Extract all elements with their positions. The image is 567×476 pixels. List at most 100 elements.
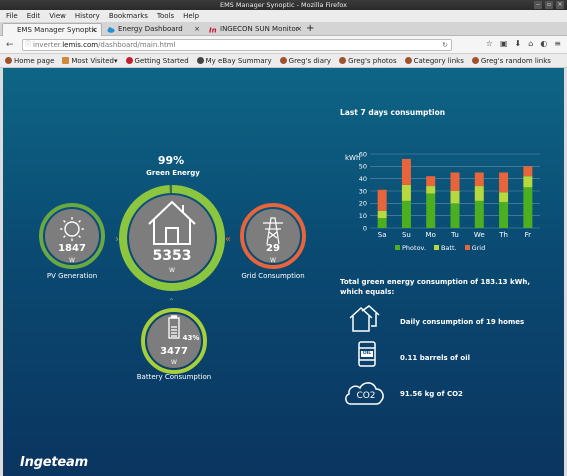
bar-grid-we bbox=[474, 172, 484, 187]
x-tick-label: Fr bbox=[525, 231, 532, 239]
y-tick-label: 20 bbox=[359, 200, 367, 208]
bar-grid-sa bbox=[377, 189, 387, 211]
legend-batt: Batt. bbox=[433, 244, 457, 252]
bookmark-gregs-photos[interactable]: Greg's photos bbox=[339, 54, 397, 67]
green-energy-label: Green Energy bbox=[146, 169, 200, 177]
battery-label: Battery Consumption bbox=[136, 373, 212, 381]
pv-value: 1847 bbox=[58, 243, 86, 254]
downloads-icon[interactable]: ⬇ bbox=[515, 39, 522, 48]
consumption-bar-chart: kWh0102030405060Sa Su Mo Tu We Th Fr bbox=[345, 150, 540, 239]
x-tick-label: Tu bbox=[450, 231, 459, 239]
flow-arrow-icon: « bbox=[225, 234, 231, 245]
battery-charge: 43% bbox=[182, 334, 200, 342]
folder-icon bbox=[62, 57, 70, 64]
bar-grid-mo bbox=[426, 176, 436, 187]
bar-batt-fr bbox=[523, 176, 533, 188]
x-tick-label: We bbox=[474, 231, 485, 239]
tab-ingecon-monitor[interactable]: In INGECON SUN Monitor × bbox=[206, 23, 306, 36]
bookmarks-bar: Home page Most Visited▾ Getting Started … bbox=[0, 54, 567, 68]
menu-history[interactable]: History bbox=[75, 10, 100, 22]
y-tick-label: 0 bbox=[363, 224, 367, 232]
tab-bar: EMS Manager Synoptic × Energy Dashboard … bbox=[0, 22, 567, 36]
bookmark-getting-started[interactable]: Getting Started bbox=[125, 54, 189, 67]
bookmark-home-page[interactable]: Home page bbox=[5, 54, 54, 67]
bookmark-icon bbox=[5, 57, 12, 64]
hamburger-menu-icon[interactable]: ≡ bbox=[554, 39, 561, 48]
bookmark-icon bbox=[196, 57, 204, 64]
bar-batt-tu bbox=[450, 191, 460, 204]
x-tick-label: Su bbox=[402, 231, 411, 239]
home-icon[interactable]: ⌂ bbox=[528, 39, 533, 48]
grid-label: Grid Consumption bbox=[241, 272, 305, 280]
menu-tools[interactable]: Tools bbox=[157, 10, 174, 22]
houses-icon bbox=[349, 305, 380, 332]
bookmark-ebay-summary[interactable]: My eBay Summary bbox=[196, 54, 272, 67]
chart-title: Last 7 days consumption bbox=[340, 108, 446, 117]
bar-photov-we bbox=[474, 200, 484, 228]
menu-file[interactable]: File bbox=[6, 10, 18, 22]
tab-ems-manager[interactable]: EMS Manager Synoptic × bbox=[2, 23, 102, 36]
flow-arrow-icon: › bbox=[115, 234, 119, 245]
y-tick-label: 40 bbox=[359, 175, 367, 183]
new-tab-icon[interactable]: + bbox=[306, 22, 314, 36]
pv-label: PV Generation bbox=[46, 272, 98, 280]
bookmark-most-visited[interactable]: Most Visited▾ bbox=[62, 54, 118, 67]
center-unit: W bbox=[169, 267, 175, 274]
close-tab-icon[interactable]: × bbox=[296, 23, 302, 36]
bookmark-star-icon[interactable]: ☆ bbox=[486, 39, 493, 48]
flow-arrow-icon: › bbox=[167, 297, 177, 301]
oil-tag: OIL bbox=[362, 351, 372, 356]
menu-bar: File Edit View History Bookmarks Tools H… bbox=[0, 10, 567, 22]
center-value: 5353 bbox=[152, 248, 192, 264]
bar-photov-su bbox=[401, 200, 411, 228]
bar-grid-th bbox=[499, 172, 509, 193]
bookmark-gregs-diary[interactable]: Greg's diary bbox=[279, 54, 331, 67]
bookmark-icon bbox=[404, 57, 412, 64]
close-tab-icon[interactable]: × bbox=[194, 23, 200, 36]
bar-photov-sa bbox=[377, 218, 387, 228]
menu-help[interactable]: Help bbox=[183, 10, 199, 22]
dashboard-page: › « › 99% Green Energy 1847 W PV Generat… bbox=[3, 68, 564, 476]
close-window-icon[interactable]: × bbox=[556, 1, 564, 9]
menu-bookmarks[interactable]: Bookmarks bbox=[109, 10, 148, 22]
bar-batt-su bbox=[401, 184, 411, 201]
bar-photov-th bbox=[499, 202, 509, 228]
back-arrow-icon[interactable]: ← bbox=[6, 39, 14, 51]
bar-batt-th bbox=[499, 192, 509, 203]
green-percent: 99% bbox=[157, 154, 185, 167]
bar-photov-fr bbox=[523, 187, 533, 228]
menu-view[interactable]: View bbox=[49, 10, 66, 22]
bar-grid-su bbox=[401, 158, 411, 185]
minimize-icon[interactable]: ‒ bbox=[534, 1, 542, 9]
green-energy-statement: Total green energy consumption of 183.13… bbox=[340, 278, 531, 296]
pv-unit: W bbox=[69, 257, 75, 264]
cloud-icon bbox=[107, 27, 115, 33]
pocket-icon[interactable]: ◐ bbox=[540, 39, 547, 48]
menu-edit[interactable]: Edit bbox=[27, 10, 41, 22]
reload-icon[interactable]: ↻ bbox=[442, 40, 448, 50]
chart-legend: Photov. Batt. Grid bbox=[395, 244, 485, 252]
battery-value: 3477 bbox=[160, 346, 188, 357]
tab-label: EMS Manager Synoptic bbox=[17, 26, 98, 34]
bookmark-icon bbox=[471, 57, 479, 64]
close-tab-icon[interactable]: × bbox=[91, 24, 97, 36]
nav-bar: ← inverter.lemis.com/dashboard/main.html… bbox=[0, 36, 567, 54]
bookmark-random-links[interactable]: Greg's random links bbox=[471, 54, 551, 67]
url-domain: lemis.com bbox=[62, 41, 99, 49]
reading-list-icon[interactable]: ▣ bbox=[500, 39, 508, 48]
tab-energy-dashboard[interactable]: Energy Dashboard × bbox=[104, 23, 204, 36]
bookmark-category-links[interactable]: Category links bbox=[404, 54, 464, 67]
url-bar[interactable]: inverter.lemis.com/dashboard/main.html ⓘ… bbox=[22, 39, 452, 51]
maximize-icon[interactable]: ▫ bbox=[545, 1, 553, 9]
grid-value: 29 bbox=[266, 243, 280, 254]
battery-unit: W bbox=[171, 359, 177, 366]
x-tick-label: Th bbox=[498, 231, 508, 239]
bar-grid-fr bbox=[523, 166, 533, 177]
site-info-icon[interactable]: ⓘ bbox=[25, 40, 31, 50]
x-tick-label: Sa bbox=[378, 231, 387, 239]
window-title: EMS Manager Synoptic - Mozilla Firefox bbox=[219, 1, 348, 9]
url-prefix: inverter. bbox=[33, 41, 63, 49]
bookmark-icon bbox=[279, 57, 287, 64]
bar-photov-mo bbox=[426, 193, 436, 228]
equivalent-co2: 91.56 kg of CO2 bbox=[400, 390, 463, 398]
